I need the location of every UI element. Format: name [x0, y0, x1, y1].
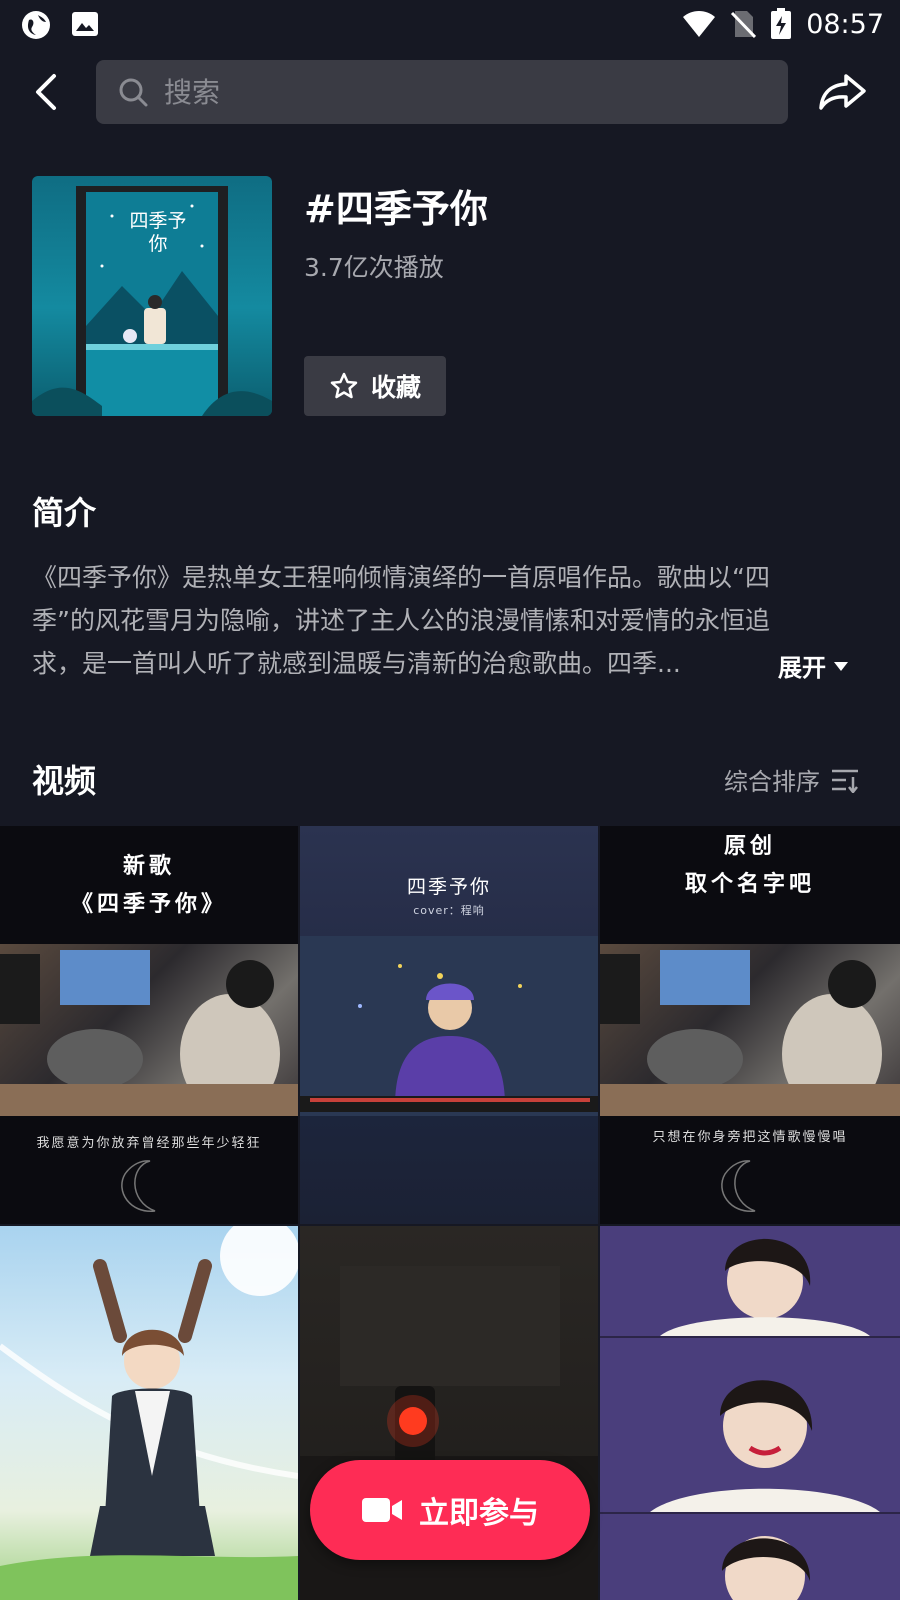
intro-line: 《四季予你》是热单女王程响倾情演绎的一首原唱作品。歌曲以“四 [32, 563, 770, 592]
favorite-button[interactable]: 收藏 [304, 356, 446, 416]
favorite-label: 收藏 [370, 373, 421, 402]
intro-line: 求，是一首叫人听了就感到温暖与清新的治愈歌曲。四季... [32, 649, 681, 678]
video-caption-line1: 四季予你 [406, 876, 491, 898]
play-count: 3.7亿次播放 [304, 253, 444, 282]
gallery-icon [72, 12, 98, 36]
triangle-down-icon [834, 661, 848, 671]
moon-icon [121, 1160, 156, 1212]
no-sim-icon [731, 11, 757, 39]
anime-girl-image [0, 1226, 298, 1600]
sort-button[interactable]: 综合排序 [724, 762, 860, 797]
video-thumbnail[interactable]: 原创 取个名字吧 只想在你身旁把这情歌慢慢唱 [600, 826, 900, 1224]
share-icon[interactable] [818, 72, 868, 112]
expand-label: 展开 [778, 654, 826, 682]
video-thumbnail[interactable]: 四季予你 cover：程响 [300, 826, 598, 1224]
video-caption-line2: cover：程响 [413, 904, 485, 917]
browser-globe-icon [22, 11, 50, 39]
wifi-icon [683, 11, 716, 37]
video-caption-line2: 取个名字吧 [684, 872, 815, 897]
interview-image [600, 1226, 900, 1600]
intro-line: 季”的风花雪月为隐喻，讲述了主人公的浪漫情愫和对爱情的永恒追 [32, 606, 770, 635]
search-input[interactable] [164, 75, 724, 109]
join-button[interactable]: 立即参与 [310, 1460, 590, 1560]
video-caption-line2: 《四季予你》 [70, 892, 227, 917]
video-subtitle: 只想在你身旁把这情歌慢慢唱 [652, 1130, 848, 1145]
search-icon [119, 78, 148, 107]
back-arrow-icon[interactable] [28, 70, 68, 114]
page-title: #四季予你 [304, 187, 488, 231]
video-thumbnail[interactable] [0, 1226, 298, 1600]
studio-image [0, 944, 298, 1116]
status-bar: 08:57 [0, 0, 900, 50]
moon-icon [721, 1160, 756, 1212]
video-thumbnail[interactable]: 新歌 《四季予你》 我愿意为你放弃曾经那些年少轻狂 [0, 826, 298, 1224]
battery-charging-icon [771, 8, 792, 39]
star-icon [330, 372, 358, 399]
video-caption-line1: 原创 [723, 834, 776, 859]
video-caption-line1: 新歌 [122, 854, 175, 879]
video-subtitle: 我愿意为你放弃曾经那些年少轻狂 [36, 1136, 262, 1151]
sort-label: 综合排序 [724, 768, 820, 796]
search-bar[interactable] [96, 60, 788, 124]
cover-title-text: 四季予你 [129, 210, 187, 255]
studio-image [600, 944, 900, 1116]
performer-image [300, 936, 598, 1116]
video-thumbnail[interactable] [600, 1226, 900, 1600]
clock: 08:57 [806, 8, 884, 40]
video-camera-icon [362, 1498, 402, 1522]
expand-button[interactable]: 展开 [778, 648, 850, 683]
join-label: 立即参与 [419, 1496, 539, 1531]
topic-cover-image: 四季予你 [32, 176, 272, 416]
videos-heading: 视频 [32, 762, 97, 800]
sort-icon [832, 769, 858, 793]
intro-text: 《四季予你》是热单女王程响倾情演绎的一首原唱作品。歌曲以“四 季”的风花雪月为隐… [32, 556, 862, 685]
intro-heading: 简介 [32, 494, 97, 532]
